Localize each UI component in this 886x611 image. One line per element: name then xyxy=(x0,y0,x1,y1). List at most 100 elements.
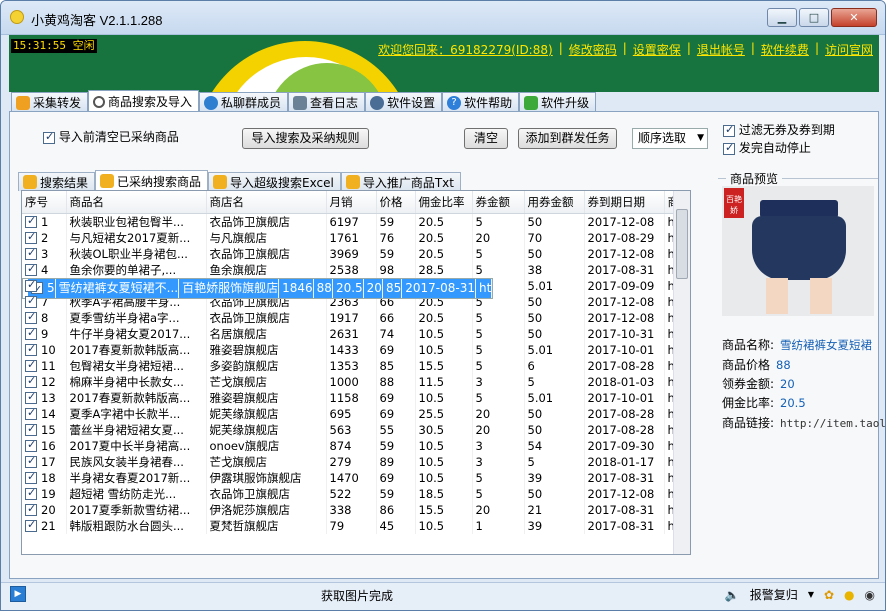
row-checkbox[interactable] xyxy=(25,262,37,276)
column-header[interactable]: 佣金比率 xyxy=(415,191,473,214)
auto-stop-option[interactable]: 发完自动停止 xyxy=(723,139,811,156)
column-header[interactable]: 券到期日期 xyxy=(584,191,665,214)
table-row[interactable]: 8 夏季雪纺半身裙a字...衣品饰卫旗舰店19176620.55502017-12… xyxy=(22,309,685,326)
table-row[interactable]: 13 2017春夏新款韩版高...雅姿碧旗舰店11586910.555.01201… xyxy=(22,389,685,406)
link-separator: | xyxy=(558,41,563,55)
tray-area: 🔈 报警复归 ▼ ✿ ● ◉ xyxy=(725,586,875,603)
row-checkbox[interactable] xyxy=(25,390,37,404)
search-import-panel: 导入前清空已采纳商品 导入搜索及采纳规则 清空 添加到群发任务 顺序选取 ▼ 过滤… xyxy=(9,111,885,579)
table-cell: 1470 xyxy=(326,469,377,486)
column-header[interactable]: 券金额 xyxy=(472,191,525,214)
maximize-button[interactable]: □ xyxy=(799,8,829,27)
row-checkbox[interactable] xyxy=(25,470,37,484)
auto-stop-checkbox[interactable] xyxy=(723,141,735,155)
row-checkbox[interactable] xyxy=(25,310,37,324)
tab-help[interactable]: ? 软件帮助 xyxy=(442,92,520,112)
row-checkbox[interactable] xyxy=(25,246,37,260)
row-checkbox[interactable] xyxy=(25,342,37,356)
table-row[interactable]: 18 半身裙女春夏2017新...伊露琪服饰旗舰店14706910.5539201… xyxy=(22,469,685,486)
table-row[interactable]: 2 与凡短裙女2017夏新...与凡旗舰店17617620.520702017-0… xyxy=(22,229,685,246)
table-row[interactable]: 15 蕾丝半身裙短裙女夏...妮芙缘旗舰店5635530.520502017-08… xyxy=(22,421,685,438)
row-checkbox[interactable] xyxy=(25,214,37,228)
clear-button[interactable]: 清空 xyxy=(464,128,508,149)
row-checkbox[interactable] xyxy=(25,454,37,468)
clear-before-import-option[interactable]: 导入前清空已采纳商品 xyxy=(43,128,179,145)
table-row[interactable]: 16 2017夏中长半身裙高...onoev旗舰店8745910.53542017… xyxy=(22,437,685,454)
qq-tray-icon[interactable]: ◉ xyxy=(865,588,875,602)
table-row[interactable]: 19 超短裙 雪纺防走光...衣品饰卫旗舰店5225918.55502017-12… xyxy=(22,485,685,502)
row-checkbox[interactable] xyxy=(25,374,37,388)
chevron-down-icon[interactable]: ▼ xyxy=(808,590,814,599)
filter-coupon-checkbox[interactable] xyxy=(723,123,735,137)
vertical-scrollbar[interactable] xyxy=(673,191,690,554)
welcome-link[interactable]: 欢迎您回来：69182279(ID:88) xyxy=(378,41,553,58)
alarm-reset-button[interactable]: 报警复归 xyxy=(750,586,798,603)
row-checkbox[interactable] xyxy=(25,486,37,500)
clear-before-import-checkbox[interactable] xyxy=(43,130,55,144)
import-rules-button[interactable]: 导入搜索及采纳规则 xyxy=(242,128,369,149)
row-checkbox[interactable] xyxy=(25,278,37,292)
table-row[interactable]: 17 民族风女装半身裙春...芒戈旗舰店2798910.5352018-01-17… xyxy=(22,453,685,470)
row-checkbox[interactable] xyxy=(25,326,37,340)
table-row[interactable]: 11 包臀裙女半身裙短裙...多姿韵旗舰店13538515.5562017-08-… xyxy=(22,357,685,374)
row-checkbox[interactable] xyxy=(25,422,37,436)
row-checkbox[interactable] xyxy=(25,406,37,420)
table-row[interactable]: 1 秋装职业包裙包臀半...衣品饰卫旗舰店61975920.55502017-12… xyxy=(22,213,685,230)
close-button[interactable]: ✕ xyxy=(831,8,877,27)
tab-import-excel[interactable]: 导入超级搜索Excel xyxy=(208,172,341,191)
row-checkbox[interactable] xyxy=(25,294,37,308)
column-header[interactable]: 月销 xyxy=(326,191,377,214)
chick-tray-icon[interactable]: ● xyxy=(844,588,854,602)
logout-link[interactable]: 退出帐号 xyxy=(697,41,745,58)
tab-view-log[interactable]: 查看日志 xyxy=(288,92,366,112)
table-cell: 50 xyxy=(524,405,585,422)
column-header[interactable]: 价格 xyxy=(376,191,416,214)
add-to-broadcast-button[interactable]: 添加到群发任务 xyxy=(518,128,617,149)
renew-link[interactable]: 软件续费 xyxy=(761,41,809,58)
row-checkbox[interactable] xyxy=(25,502,37,516)
table-row[interactable]: 14 夏季A字裙中长款半...妮芙缘旗舰店6956925.520502017-08… xyxy=(22,405,685,422)
tab-settings[interactable]: 软件设置 xyxy=(365,92,443,112)
row-index-cell: 21 xyxy=(22,517,67,534)
title-bar[interactable]: 小黄鸡淘客 V2.1.1.288 ▁ □ ✕ xyxy=(1,1,885,35)
column-header[interactable]: 序号 xyxy=(22,191,67,214)
change-password-link[interactable]: 修改密码 xyxy=(569,41,617,58)
column-header[interactable]: 用券金额 xyxy=(524,191,585,214)
row-checkbox[interactable] xyxy=(25,518,37,532)
tab-upgrade[interactable]: 软件升级 xyxy=(519,92,597,112)
order-select[interactable]: 顺序选取 ▼ xyxy=(632,128,708,149)
minimize-button[interactable]: ▁ xyxy=(767,8,797,27)
row-checkbox[interactable] xyxy=(25,438,37,452)
settings-tray-icon[interactable]: ✿ xyxy=(824,588,834,602)
row-checkbox[interactable] xyxy=(25,358,37,372)
product-link[interactable]: http://item.taol xyxy=(780,417,885,430)
tab-product-search[interactable]: 商品搜索及导入 xyxy=(88,90,200,112)
tab-collect-forward[interactable]: 采集转发 xyxy=(11,92,89,112)
column-header[interactable]: 商品名 xyxy=(66,191,207,214)
table-row[interactable]: 10 2017春夏新款韩版高...雅姿碧旗舰店14336910.555.01201… xyxy=(22,341,685,358)
table-cell: 与凡旗舰店 xyxy=(206,229,327,246)
column-header[interactable]: 商店名 xyxy=(206,191,327,214)
filter-coupon-option[interactable]: 过滤无券及券到期 xyxy=(723,121,835,138)
play-icon[interactable]: ▶ xyxy=(10,586,26,602)
table-row[interactable]: 202017夏季新款雪纺裙...伊洛妮莎旗舰店3388615.520212017… xyxy=(22,501,685,518)
official-site-link[interactable]: 访问官网 xyxy=(825,41,873,58)
table-row[interactable]: 5雪纺裙裤女夏短裙不...百艳娇服饰旗舰店18468820.520852017-… xyxy=(22,277,494,299)
tab-private-chat[interactable]: 私聊群成员 xyxy=(199,92,289,112)
row-checkbox[interactable] xyxy=(25,230,37,244)
table-cell: 芒戈旗舰店 xyxy=(206,373,327,390)
tab-adopted-products[interactable]: 已采纳搜索商品 xyxy=(95,170,209,191)
security-question-link[interactable]: 设置密保 xyxy=(633,41,681,58)
scrollbar-thumb[interactable] xyxy=(676,209,688,279)
table-row[interactable]: 21 韩版粗跟防水台圆头...夏梵哲旗舰店794510.51392017-08-3… xyxy=(22,517,685,534)
table-cell: 伊洛妮莎旗舰店 xyxy=(206,501,327,518)
speaker-icon[interactable]: 🔈 xyxy=(725,588,740,602)
table-row[interactable]: 3 秋装OL职业半身裙包...衣品饰卫旗舰店39695920.55502017-1… xyxy=(22,245,685,262)
tab-import-txt[interactable]: 导入推广商品Txt xyxy=(340,172,461,191)
tab-search-results[interactable]: 搜索结果 xyxy=(18,172,96,191)
link-separator: | xyxy=(686,41,691,55)
table-cell: 11.5 xyxy=(415,373,473,390)
table-row[interactable]: 9 牛仔半身裙女夏2017...名居旗舰店26317410.55502017-10… xyxy=(22,325,685,342)
table-row[interactable]: 12 棉麻半身裙中长款女...芒戈旗舰店10008811.5352018-01-0… xyxy=(22,373,685,390)
table-row[interactable]: 4 鱼余你要的单裙子,...鱼余旗舰店25389828.55382017-08-3… xyxy=(22,261,685,278)
